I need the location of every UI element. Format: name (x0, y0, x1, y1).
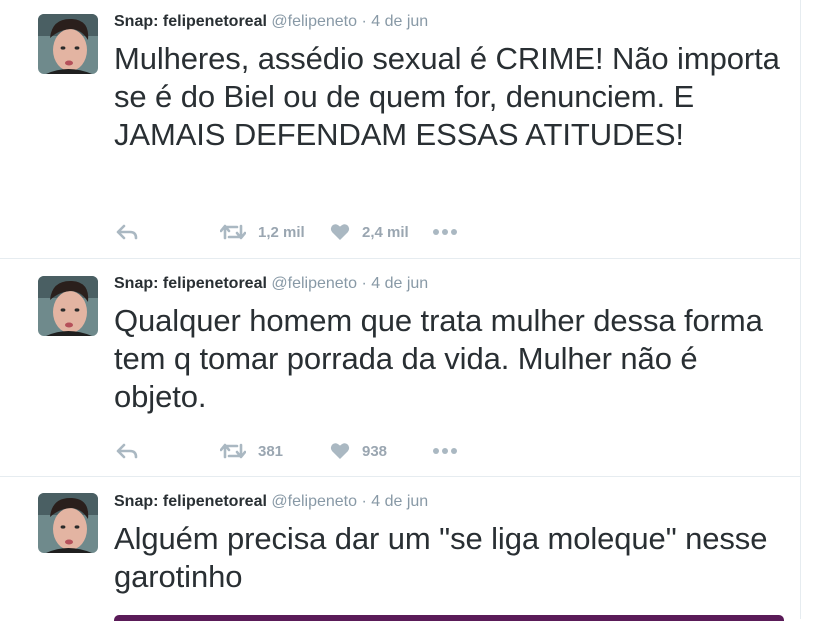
media-card[interactable] (114, 615, 784, 621)
reply-button[interactable] (116, 439, 138, 463)
reply-icon (116, 443, 138, 459)
tweet-text: Qualquer homem que trata mulher dessa fo… (114, 303, 763, 414)
fullname[interactable]: Snap: felipenetoreal (114, 493, 267, 510)
avatar[interactable] (38, 276, 98, 336)
username[interactable]: @felipeneto (271, 275, 357, 292)
tweet-text: Alguém precisa dar um "se liga moleque" … (114, 521, 768, 594)
retweet-icon (220, 443, 246, 459)
fullname[interactable]: Snap: felipenetoreal (114, 13, 267, 30)
retweet-count: 1,2 mil (258, 223, 305, 241)
more-icon (433, 448, 457, 454)
avatar-image (38, 276, 98, 336)
separator-dot: · (361, 493, 367, 510)
timeline-border (800, 0, 801, 619)
tweet[interactable]: Snap: felipenetoreal @felipeneto · 4 de … (0, 259, 800, 477)
like-count: 2,4 mil (362, 223, 409, 241)
separator-dot: · (361, 275, 367, 292)
avatar-image (38, 14, 98, 74)
timestamp[interactable]: 4 de jun (371, 13, 428, 30)
username[interactable]: @felipeneto (271, 493, 357, 510)
retweet-button[interactable]: 1,2 mil (220, 220, 305, 244)
more-button[interactable] (432, 220, 458, 244)
retweet-count: 381 (258, 442, 284, 460)
tweet-header: Snap: felipenetoreal @felipeneto · 4 de … (114, 12, 428, 32)
tweet-actions: 1,2 mil 2,4 mil (114, 220, 514, 244)
like-button[interactable]: 2,4 mil (330, 220, 409, 244)
tweet-header: Snap: felipenetoreal @felipeneto · 4 de … (114, 492, 428, 512)
heart-icon (330, 224, 350, 240)
avatar-image (38, 493, 98, 553)
tweet[interactable]: Snap: felipenetoreal @felipeneto · 4 de … (0, 0, 800, 259)
tweet-text: Mulheres, assédio sexual é CRIME! Não im… (114, 41, 780, 152)
like-button[interactable]: 938 (330, 439, 387, 463)
timestamp[interactable]: 4 de jun (371, 493, 428, 510)
tweet[interactable]: Snap: felipenetoreal @felipeneto · 4 de … (0, 477, 800, 621)
reply-icon (116, 224, 138, 240)
more-icon (433, 229, 457, 235)
reply-button[interactable] (116, 220, 138, 244)
heart-icon (330, 443, 350, 459)
timestamp[interactable]: 4 de jun (371, 275, 428, 292)
retweet-icon (220, 224, 246, 240)
avatar[interactable] (38, 493, 98, 553)
tweet-actions: 381 938 (114, 439, 514, 463)
username[interactable]: @felipeneto (271, 13, 357, 30)
more-button[interactable] (432, 439, 458, 463)
tweet-header: Snap: felipenetoreal @felipeneto · 4 de … (114, 274, 428, 294)
separator-dot: · (361, 13, 367, 30)
timeline: Snap: felipenetoreal @felipeneto · 4 de … (0, 0, 822, 621)
fullname[interactable]: Snap: felipenetoreal (114, 275, 267, 292)
avatar[interactable] (38, 14, 98, 74)
retweet-button[interactable]: 381 (220, 439, 283, 463)
like-count: 938 (362, 442, 388, 460)
